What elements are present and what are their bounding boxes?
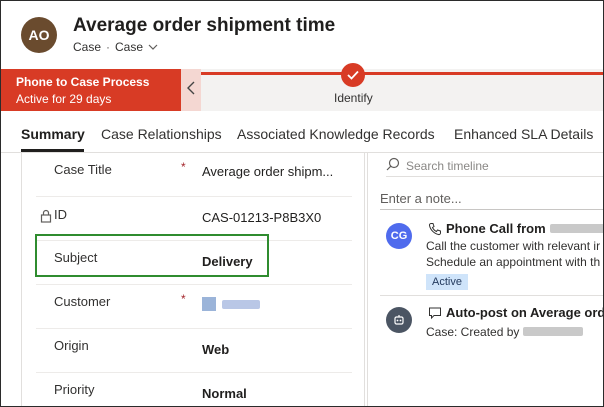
priority-select[interactable]: Normal bbox=[202, 386, 247, 401]
tab-bar: Summary Case Relationships Associated Kn… bbox=[1, 113, 603, 153]
timeline-search-placeholder: Search timeline bbox=[406, 158, 489, 173]
customer-lookup[interactable] bbox=[202, 297, 260, 314]
tab-case-relationships[interactable]: Case Relationships bbox=[101, 126, 222, 142]
process-progress-line bbox=[201, 72, 603, 75]
activity-description-line: Call the customer with relevant ir bbox=[426, 239, 601, 253]
required-indicator: * bbox=[181, 160, 186, 174]
stage-identify-button[interactable] bbox=[341, 63, 365, 87]
case-form-section: Case Title * Average order shipm... ID C… bbox=[21, 153, 365, 406]
tab-summary[interactable]: Summary bbox=[21, 126, 85, 142]
field-label: Origin bbox=[54, 338, 89, 353]
customer-link[interactable] bbox=[202, 297, 260, 311]
checkmark-icon bbox=[347, 68, 359, 83]
subject-highlight-box bbox=[35, 234, 269, 277]
timeline-divider bbox=[380, 295, 603, 296]
timeline-search[interactable]: Search timeline bbox=[386, 155, 603, 177]
status-badge: Active bbox=[426, 274, 468, 290]
redacted-name bbox=[549, 224, 603, 233]
entity-name: Case bbox=[73, 40, 102, 54]
case-title-input[interactable]: Average order shipm... bbox=[202, 164, 333, 179]
record-avatar: AO bbox=[21, 17, 57, 53]
field-customer: Customer * bbox=[36, 285, 352, 329]
customer-name bbox=[222, 299, 260, 309]
activity-avatar: CG bbox=[386, 223, 412, 249]
field-origin: Origin Web bbox=[36, 329, 352, 373]
field-label: Priority bbox=[54, 382, 95, 397]
field-case-title: Case Title * Average order shipm... bbox=[36, 153, 352, 197]
process-duration: Active for 29 days bbox=[16, 92, 112, 106]
field-label: Case Title bbox=[54, 162, 112, 177]
process-collapse-button[interactable] bbox=[181, 69, 201, 111]
origin-select[interactable]: Web bbox=[202, 342, 229, 357]
field-label: Customer bbox=[54, 294, 111, 309]
redacted-name bbox=[522, 327, 583, 336]
activity-title[interactable]: Phone Call from bbox=[428, 221, 603, 236]
activity-title[interactable]: Auto-post on Average order bbox=[428, 305, 603, 320]
activity-description-line: Schedule an appointment with th bbox=[426, 255, 601, 269]
form-selector-label: Case bbox=[115, 40, 144, 54]
lock-icon bbox=[40, 209, 52, 223]
timeline-panel: Search timeline Enter a note... CG Phone… bbox=[367, 153, 603, 406]
process-name: Phone to Case Process bbox=[16, 75, 150, 89]
chevron-down-icon bbox=[148, 43, 158, 54]
breadcrumb-separator: · bbox=[106, 40, 111, 54]
case-id-value: CAS-01213-P8B3X0 bbox=[202, 210, 322, 225]
phone-call-icon bbox=[428, 222, 442, 236]
note-input[interactable]: Enter a note... bbox=[380, 191, 462, 206]
field-label: ID bbox=[54, 207, 67, 222]
search-icon bbox=[386, 157, 400, 174]
field-priority: Priority Normal bbox=[36, 373, 352, 407]
page-title: Average order shipment time bbox=[73, 15, 336, 36]
form-selector[interactable]: Case bbox=[115, 40, 158, 54]
required-indicator: * bbox=[181, 292, 186, 306]
chevron-left-icon bbox=[187, 81, 195, 100]
tab-enhanced-sla-details[interactable]: Enhanced SLA Details bbox=[454, 126, 593, 142]
account-icon bbox=[202, 297, 216, 311]
post-icon bbox=[428, 306, 442, 320]
business-process-flow: Phone to Case Process Active for 29 days… bbox=[1, 63, 603, 111]
activity-description-line: Case: Created by bbox=[426, 325, 583, 339]
stage-label[interactable]: Identify bbox=[334, 91, 373, 105]
breadcrumb: Case · Case bbox=[73, 40, 158, 54]
record-header: AO Average order shipment time Case · Ca… bbox=[1, 1, 603, 67]
note-divider bbox=[380, 209, 603, 210]
bot-icon bbox=[386, 307, 412, 333]
process-flyout-button[interactable]: Phone to Case Process Active for 29 days bbox=[1, 69, 181, 111]
tab-associated-knowledge-records[interactable]: Associated Knowledge Records bbox=[237, 126, 435, 142]
